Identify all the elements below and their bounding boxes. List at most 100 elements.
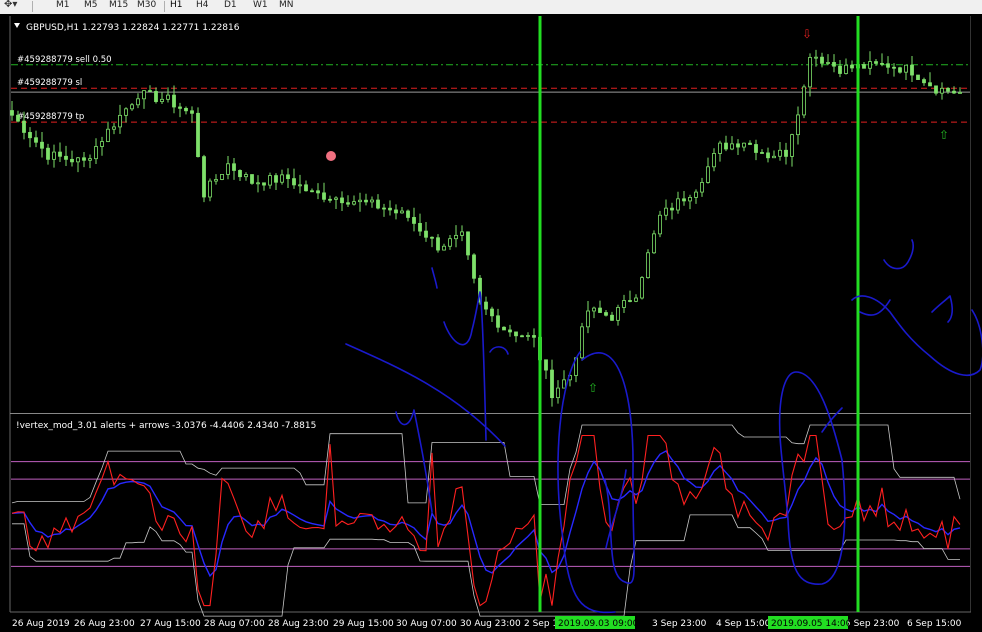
candle-body (364, 199, 368, 203)
candle-body (940, 87, 944, 94)
timeframe-h1-button[interactable]: H1 (170, 0, 183, 12)
candle-body (46, 147, 50, 160)
candle-body (274, 175, 278, 183)
candle-body (142, 90, 146, 100)
candle-body (958, 92, 962, 94)
timeframe-m30-button[interactable]: M30 (137, 0, 156, 12)
order-line-label: #459288779 sl (17, 78, 82, 88)
candle-body (760, 152, 764, 154)
candle-body (634, 297, 638, 302)
candle-body (232, 163, 236, 171)
candle-body (358, 199, 362, 203)
candle-body (910, 64, 914, 76)
candle-body (226, 163, 230, 175)
timeframe-h4-button[interactable]: H4 (196, 0, 209, 12)
candle-body (82, 157, 86, 161)
candle-body (724, 142, 728, 150)
candle-body (346, 202, 350, 205)
candle-body (292, 178, 296, 186)
candle-body (892, 66, 896, 69)
time-axis-label: 2 Sep 1 (524, 619, 558, 629)
candle-body (382, 207, 386, 210)
candle-body (22, 120, 26, 133)
candle-body (154, 91, 158, 102)
candle-body (748, 142, 752, 145)
candle-body (58, 151, 62, 157)
candle-body (850, 64, 854, 69)
time-axis-label: 28 Aug 23:00 (268, 619, 329, 629)
timeframe-m1-button[interactable]: M1 (56, 0, 70, 12)
candle-body (730, 143, 734, 150)
candle-body (610, 314, 614, 321)
candle-body (898, 67, 902, 73)
candle-body (952, 90, 956, 94)
candle-body (310, 190, 314, 193)
time-axis-label: 4 Sep 15:00 (716, 619, 771, 629)
timeframe-m15-button[interactable]: M15 (109, 0, 128, 12)
candle-body (652, 233, 656, 254)
candle-body (412, 217, 416, 224)
candle-body (670, 207, 674, 211)
candle-body (148, 90, 152, 93)
candle-body (706, 166, 710, 183)
candle-body (184, 107, 188, 112)
candle-body (682, 198, 686, 202)
candle-body (604, 312, 608, 316)
candle-body (394, 209, 398, 214)
candle-body (220, 173, 224, 180)
candle-body (904, 64, 908, 73)
candle-body (502, 326, 506, 331)
candle-body (124, 108, 128, 116)
candle-body (172, 94, 176, 108)
pending-order-marker (326, 151, 336, 161)
cursor-drag-icon[interactable]: ✥▾ (4, 0, 17, 10)
candle-body (454, 234, 458, 240)
chart-canvas[interactable]: #459288779 sell 0.50 #459288779 sl #459288… (0, 14, 982, 632)
candle-body (28, 132, 32, 139)
candle-body (250, 174, 254, 184)
candle-body (592, 307, 596, 312)
candle-body (526, 335, 530, 337)
timeframe-mn-button[interactable]: MN (279, 0, 294, 12)
candle-body (928, 82, 932, 87)
candle-body (796, 114, 800, 136)
timeframe-w1-button[interactable]: W1 (253, 0, 268, 12)
candle-body (190, 110, 194, 114)
candle-body (442, 245, 446, 251)
candle-body (304, 184, 308, 192)
order-line-label: #459288779 tp (17, 112, 84, 122)
candle-body (700, 182, 704, 193)
candle-body (520, 335, 524, 338)
time-axis-label: 26 Aug 2019 (12, 619, 70, 629)
timeframe-m5-button[interactable]: M5 (84, 0, 98, 12)
timeframe-d1-button[interactable]: D1 (224, 0, 237, 12)
candle-body (790, 134, 794, 157)
candle-body (70, 158, 74, 163)
candle-body (490, 308, 494, 317)
candle-body (676, 198, 680, 211)
candle-body (64, 155, 68, 160)
candle-body (430, 236, 434, 239)
candle-body (844, 64, 848, 74)
candle-body (448, 238, 452, 247)
candle-body (112, 126, 116, 130)
candle-body (130, 104, 134, 110)
time-axis-label: 5 Sep 23:00 (845, 619, 900, 629)
price-scale-area (971, 14, 982, 632)
candle-body (616, 307, 620, 321)
candle-body (322, 192, 326, 200)
time-axis-label: 30 Aug 23:00 (460, 619, 521, 629)
candle-body (712, 153, 716, 168)
candle-body (178, 106, 182, 109)
candle-body (196, 112, 200, 158)
candle-body (406, 210, 410, 218)
candle-body (286, 174, 290, 180)
candle-body (664, 207, 668, 216)
candle-body (370, 199, 374, 203)
candle-body (586, 310, 590, 328)
candle-body (550, 369, 554, 399)
candle-body (826, 62, 830, 64)
candle-body (832, 62, 836, 67)
candle-body (646, 252, 650, 279)
candle-body (772, 155, 776, 159)
